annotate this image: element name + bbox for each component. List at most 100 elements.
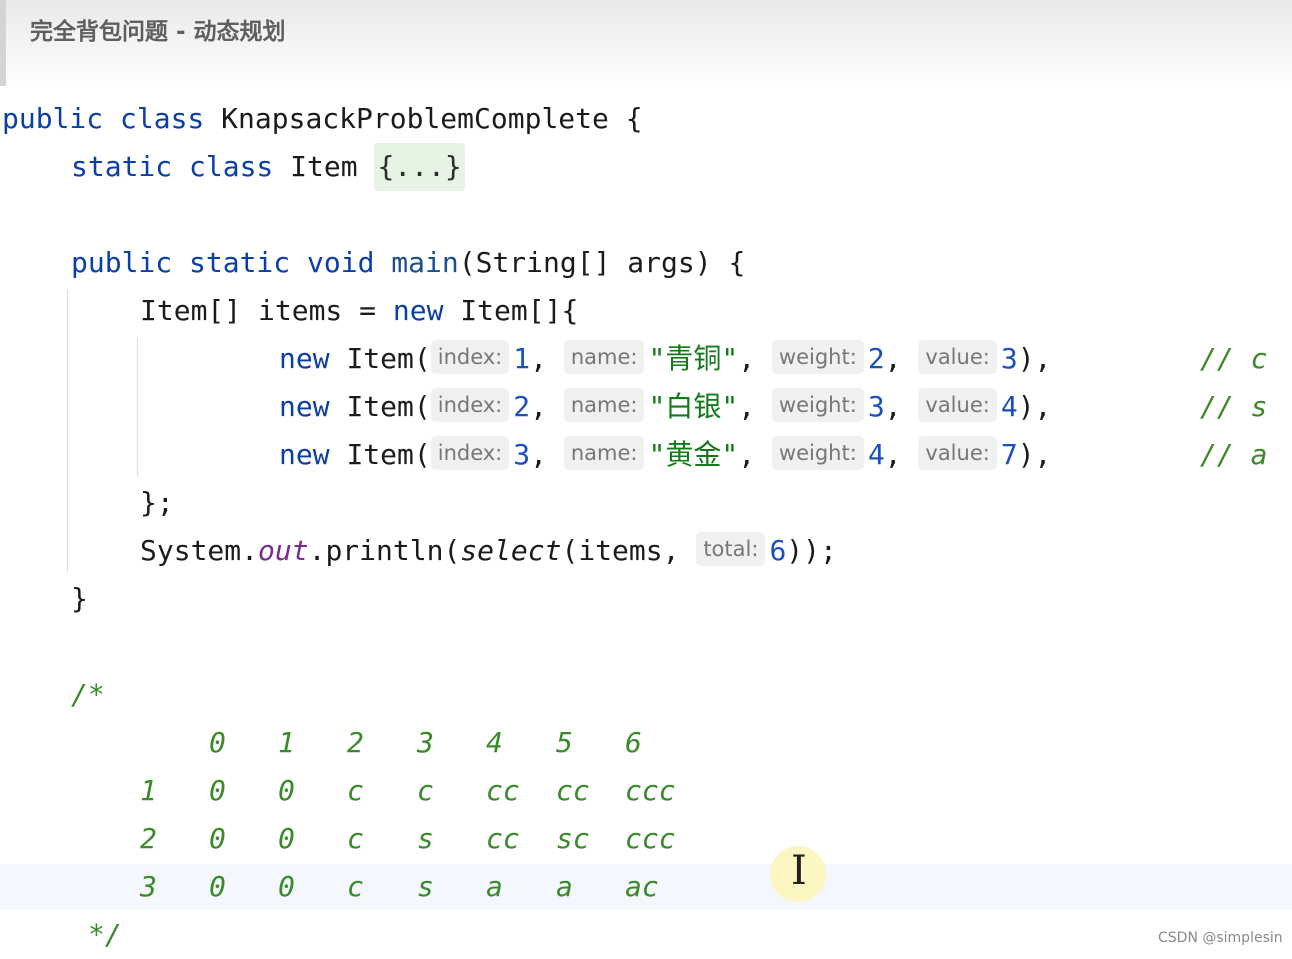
watermark: CSDN @simplesin (1158, 930, 1283, 946)
param-hint: value: (918, 388, 997, 422)
text-cursor-icon: I (791, 848, 807, 894)
dp-cell: 0 (278, 870, 295, 903)
number-literal: 4 (867, 438, 885, 471)
param-hint: name: (563, 436, 645, 470)
code-line-inner-class[interactable]: static class Item {...} (71, 143, 465, 191)
param-hint: weight: (771, 436, 864, 470)
param-hint: name: (563, 388, 645, 422)
dp-cell: s (417, 822, 434, 855)
static-field: out (258, 534, 309, 567)
keyword: public static void (71, 246, 375, 279)
param-hint: name: (563, 340, 645, 374)
dp-cell: cc (486, 774, 520, 807)
comment-close[interactable]: */ (88, 911, 122, 959)
code-line-class[interactable]: public class KnapsackProblemComplete { (2, 95, 643, 143)
brace: { (625, 102, 643, 135)
string-literal: "青铜" (648, 342, 739, 375)
code-line-main-close[interactable]: } (71, 575, 88, 623)
dp-cell: c (347, 774, 364, 807)
constructor: Item( (346, 342, 431, 375)
dp-header-cell: 1 (278, 726, 295, 759)
keyword: new (279, 438, 330, 471)
param-hint: total: (696, 532, 766, 566)
dp-cell: ccc (625, 774, 676, 807)
dp-cell: 0 (209, 774, 226, 807)
param-hint: weight: (771, 388, 864, 422)
dp-header-cell: 6 (625, 726, 642, 759)
dp-cell: ccc (625, 822, 676, 855)
keyword: new (279, 390, 330, 423)
param-hint: value: (918, 340, 997, 374)
class-name: KnapsackProblemComplete (221, 102, 609, 135)
dp-row-label: 1 (140, 774, 157, 807)
dp-header-cell: 2 (347, 726, 364, 759)
number-literal: 3 (1000, 342, 1018, 375)
number-literal: 3 (513, 438, 531, 471)
indent-guide (67, 290, 68, 572)
dp-row-label: 2 (140, 822, 157, 855)
code-line-items-decl[interactable]: Item[] items = new Item[]{ (140, 287, 578, 335)
keyword: public class (2, 102, 205, 135)
number-literal: 2 (867, 342, 885, 375)
string-literal: "黄金" (648, 438, 739, 471)
dp-cell: 0 (209, 870, 226, 903)
dp-cell: 0 (278, 774, 295, 807)
dp-cell: 0 (278, 822, 295, 855)
dp-header-cell: 3 (417, 726, 434, 759)
constructor: Item( (346, 390, 431, 423)
indent-guide (137, 338, 138, 476)
number-literal: 6 (769, 534, 787, 567)
number-literal: 2 (513, 390, 531, 423)
number-literal: 3 (867, 390, 885, 423)
dp-row-label: 3 (140, 870, 157, 903)
dp-cell: s (417, 870, 434, 903)
dp-cell: sc (556, 822, 590, 855)
comment-open[interactable]: /* (71, 671, 105, 719)
code-line-array-close[interactable]: }; (140, 479, 174, 527)
select-args: (items, (561, 534, 697, 567)
keyword: static class (71, 150, 274, 183)
method-name: main (391, 246, 459, 279)
param-hint: index: (430, 436, 510, 470)
items-decl: Item[] items = (140, 294, 393, 327)
folded-region[interactable]: {...} (374, 143, 465, 191)
dp-header-cell: 0 (209, 726, 226, 759)
println-call: .println( (308, 534, 461, 567)
dp-cell: ac (625, 870, 659, 903)
main-params: (String[] args) { (458, 246, 746, 279)
dp-cell: c (417, 774, 434, 807)
dp-cell: a (486, 870, 503, 903)
class-name: Item (290, 150, 358, 183)
code-comment: // a (1200, 438, 1268, 471)
param-hint: weight: (771, 340, 864, 374)
dp-cell: cc (486, 822, 520, 855)
code-line-item-row[interactable]: new Item(index: 1, name: "青铜", weight: 2, v… (279, 335, 1051, 383)
items-decl-type: Item[]{ (443, 294, 579, 327)
dp-cell: c (347, 822, 364, 855)
string-literal: "白银" (648, 390, 739, 423)
dp-cell: 0 (209, 822, 226, 855)
call-close: )); (786, 534, 837, 567)
code-line-item-row[interactable]: new Item(index: 2, name: "白银", weight: 3, v… (279, 383, 1051, 431)
select-call: select (460, 534, 562, 567)
number-literal: 1 (513, 342, 531, 375)
code-comment: // c (1200, 342, 1268, 375)
dp-cell: c (347, 870, 364, 903)
keyword: new (392, 294, 444, 327)
constructor: Item( (346, 438, 431, 471)
code-editor[interactable]: public class KnapsackProblemComplete { s… (0, 0, 1292, 957)
code-line-main[interactable]: public static void main(String[] args) { (71, 239, 745, 287)
param-hint: index: (430, 340, 510, 374)
code-line-println[interactable]: System.out.println(select(items, total: 6… (140, 527, 837, 575)
dp-header-cell: 5 (556, 726, 573, 759)
system-ref: System. (140, 534, 259, 567)
code-line-item-row[interactable]: new Item(index: 3, name: "黄金", weight: 4, v… (279, 431, 1051, 479)
dp-cell: cc (556, 774, 590, 807)
param-hint: value: (918, 436, 997, 470)
param-hint: index: (430, 388, 510, 422)
dp-header-cell: 4 (486, 726, 503, 759)
keyword: new (279, 342, 330, 375)
number-literal: 4 (1000, 390, 1018, 423)
code-comment: // s (1200, 390, 1268, 423)
number-literal: 7 (1000, 438, 1018, 471)
